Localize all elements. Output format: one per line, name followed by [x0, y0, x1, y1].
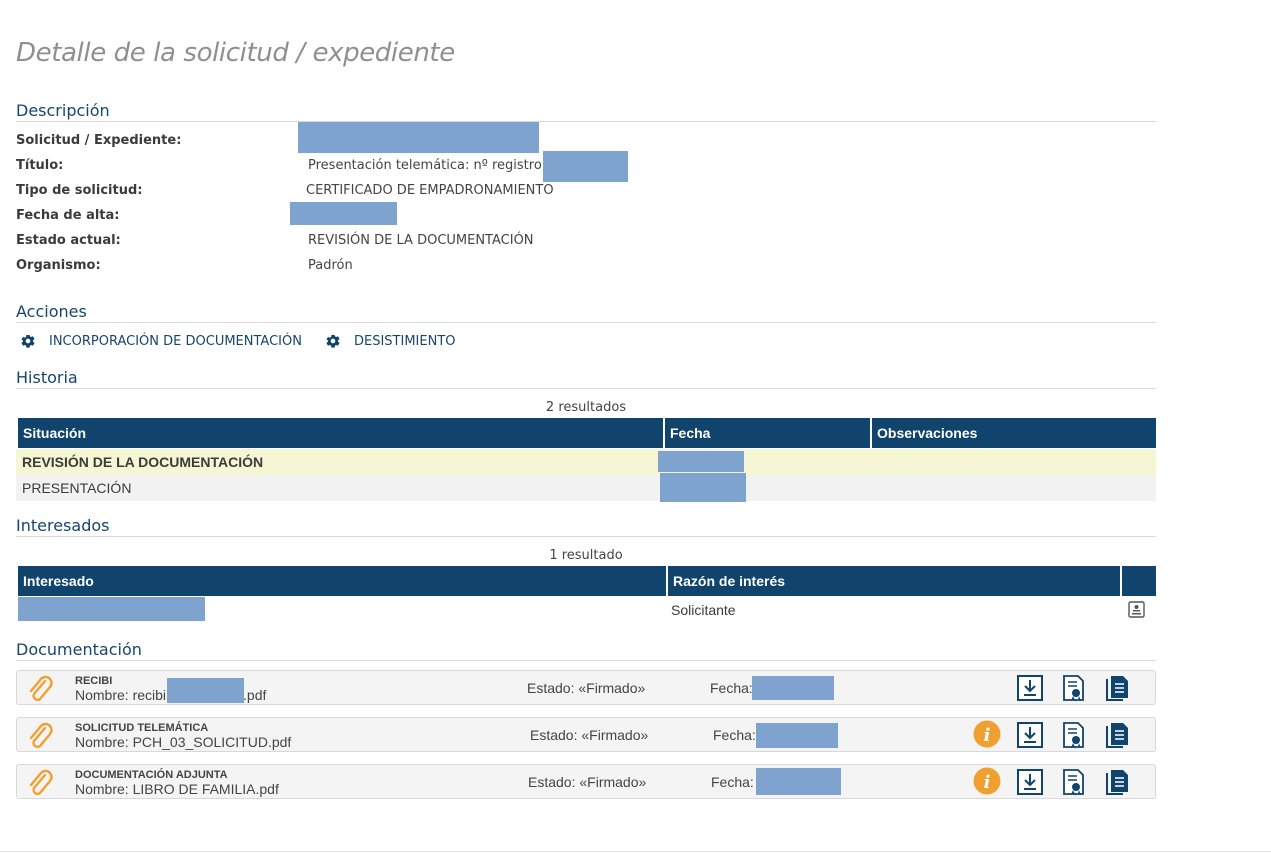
- table-row[interactable]: REVISIÓN DE LA DOCUMENTACIÓN: [16, 449, 1156, 475]
- redacted-fecha: [756, 723, 838, 748]
- document-name-prefix: Nombre: recibi: [75, 687, 167, 703]
- redacted-solicitud-value: [298, 122, 539, 153]
- certificate-icon[interactable]: [1061, 674, 1087, 707]
- redacted-fecha: [756, 768, 841, 795]
- document-type: SOLICITUD TELEMÁTICA: [75, 722, 209, 734]
- column-header-observaciones[interactable]: Observaciones: [870, 418, 1156, 448]
- redacted-registro-number: [543, 151, 628, 182]
- paperclip-icon: [25, 769, 55, 804]
- download-icon[interactable]: [1016, 768, 1044, 801]
- interesados-result-count: 1 resultado: [549, 548, 623, 563]
- section-title-descripcion: Descripción: [16, 101, 1156, 122]
- paperclip-icon: [25, 675, 55, 710]
- info-label: Tipo de solicitud:: [16, 183, 143, 198]
- info-value: REVISIÓN DE LA DOCUMENTACIÓN: [308, 233, 534, 248]
- paperclip-icon: [25, 722, 55, 757]
- column-header-interesado[interactable]: Interesado: [18, 566, 666, 596]
- cell-razon: Solicitante: [671, 602, 736, 618]
- document-fecha-label: Fecha:: [713, 727, 756, 743]
- document-fecha-label: Fecha:: [710, 680, 753, 696]
- id-card-icon[interactable]: [1128, 601, 1145, 621]
- info-icon[interactable]: i: [973, 767, 1001, 800]
- section-title-interesados: Interesados: [16, 516, 1156, 537]
- section-title-historia: Historia: [16, 368, 1156, 389]
- info-label: Solicitud / Expediente:: [16, 133, 182, 148]
- info-label: Fecha de alta:: [16, 208, 120, 223]
- info-value: Padrón: [308, 258, 353, 273]
- historia-table-header: Situación Fecha Observaciones: [18, 418, 1156, 448]
- redacted-fecha: [658, 451, 744, 472]
- info-value: CERTIFICADO DE EMPADRONAMIENTO: [306, 183, 554, 198]
- document-name-suffix: .pdf: [243, 687, 267, 703]
- info-label: Estado actual:: [16, 233, 121, 248]
- cell-situacion: PRESENTACIÓN: [22, 480, 132, 496]
- svg-text:i: i: [984, 772, 991, 793]
- column-header-situacion[interactable]: Situación: [18, 418, 663, 448]
- document-name: Nombre: LIBRO DE FAMILIA.pdf: [75, 781, 279, 797]
- document-type: DOCUMENTACIÓN ADJUNTA: [75, 769, 228, 781]
- cell-situacion: REVISIÓN DE LA DOCUMENTACIÓN: [22, 454, 264, 470]
- redacted-fecha: [752, 676, 834, 700]
- action-label: INCORPORACIÓN DE DOCUMENTACIÓN: [49, 333, 302, 349]
- document-name: Nombre: PCH_03_SOLICITUD.pdf: [75, 734, 292, 750]
- document-state: Estado: «Firmado»: [527, 680, 646, 696]
- interesados-table-header: Interesado Razón de interés: [18, 566, 1156, 596]
- document-fecha-label: Fecha:: [711, 774, 754, 790]
- document-type: RECIBI: [75, 675, 113, 687]
- action-desistimiento[interactable]: DESISTIMIENTO: [325, 333, 456, 349]
- svg-text:i: i: [984, 725, 991, 746]
- certificate-icon[interactable]: [1061, 721, 1087, 754]
- info-label: Organismo:: [16, 258, 101, 273]
- document-item: DOCUMENTACIÓN ADJUNTA Nombre: LIBRO DE F…: [16, 764, 1156, 799]
- historia-result-count: 2 resultados: [545, 400, 627, 415]
- action-incorporacion-documentacion[interactable]: INCORPORACIÓN DE DOCUMENTACIÓN: [20, 333, 302, 349]
- gear-icon: [326, 334, 340, 348]
- action-label: DESISTIMIENTO: [354, 333, 456, 349]
- column-header-fecha[interactable]: Fecha: [663, 418, 870, 448]
- document-copy-icon[interactable]: [1104, 674, 1130, 707]
- document-state: Estado: «Firmado»: [530, 727, 649, 743]
- page-title: Detalle de la solicitud / expediente: [16, 38, 455, 68]
- certificate-icon[interactable]: [1061, 768, 1087, 801]
- column-header-actions: [1120, 566, 1156, 596]
- redacted-interesado: [18, 597, 205, 621]
- gear-icon: [21, 334, 35, 348]
- section-title-acciones: Acciones: [16, 302, 1156, 323]
- redacted-filename: [167, 678, 244, 703]
- info-value: Presentación telemática: nº registro: [308, 158, 542, 173]
- download-icon[interactable]: [1016, 721, 1044, 754]
- footer-divider: [0, 851, 1271, 852]
- download-icon[interactable]: [1016, 674, 1044, 707]
- document-copy-icon[interactable]: [1104, 721, 1130, 754]
- redacted-fecha-alta: [290, 202, 397, 225]
- column-header-razon[interactable]: Razón de interés: [666, 566, 1120, 596]
- redacted-fecha: [660, 473, 746, 502]
- info-label: Título:: [16, 158, 64, 173]
- document-item: SOLICITUD TELEMÁTICA Nombre: PCH_03_SOLI…: [16, 717, 1156, 752]
- info-icon[interactable]: i: [973, 720, 1001, 753]
- document-state: Estado: «Firmado»: [528, 774, 647, 790]
- document-copy-icon[interactable]: [1104, 768, 1130, 801]
- table-row[interactable]: PRESENTACIÓN: [16, 475, 1156, 501]
- section-title-documentacion: Documentación: [16, 640, 1156, 661]
